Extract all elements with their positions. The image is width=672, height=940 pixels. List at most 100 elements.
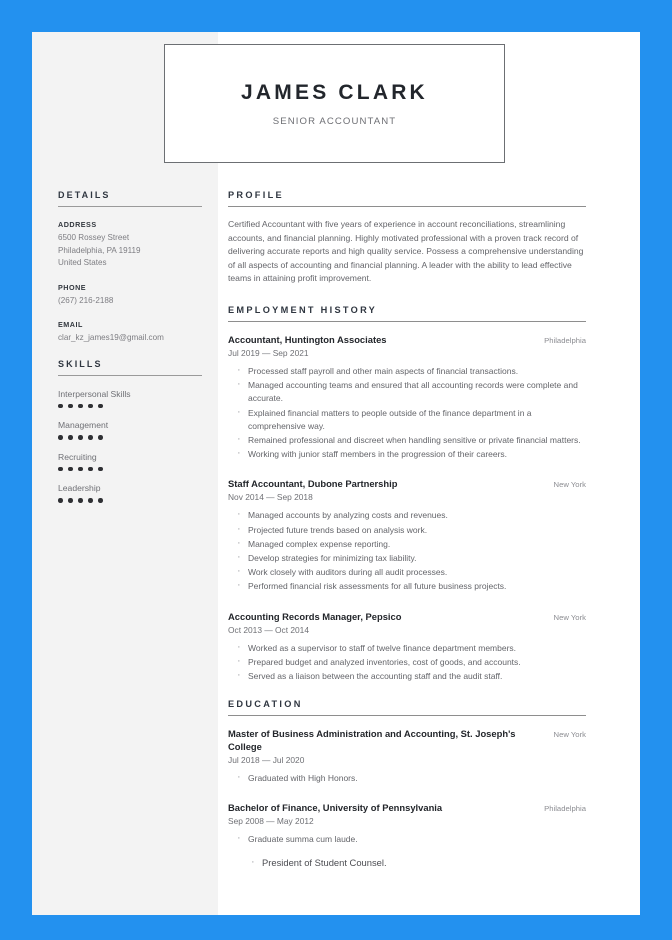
- detail-value: clar_kz_james19@gmail.com: [58, 333, 164, 342]
- employment-bullet: Performed financial risk assessments for…: [237, 579, 586, 593]
- employment-entry-header: Accounting Records Manager, Pepsico New Y…: [228, 610, 586, 623]
- rating-dot: [68, 498, 73, 503]
- education-entry-header: Bachelor of Finance, University of Penns…: [228, 801, 586, 814]
- skill-rating-dots: [58, 435, 202, 440]
- resume-page: DETAILS ADDRESS 6500 Rossey Street Philade…: [32, 32, 640, 915]
- rating-dot: [98, 403, 103, 409]
- employment-entry-location: New York: [553, 480, 586, 490]
- employment-entry-title: Accounting Records Manager, Pepsico: [228, 610, 402, 622]
- details-section: DETAILS ADDRESS 6500 Rossey Street Philade…: [58, 190, 202, 345]
- employment-entry-header: Accountant, Huntington Associates Philade…: [228, 333, 586, 346]
- employment-bullet: Remained professional and discreet when …: [237, 433, 586, 447]
- skills-heading: SKILLS: [58, 358, 103, 369]
- candidate-name: JAMES CLARK: [241, 80, 428, 104]
- employment-bullet: Managed complex expense reporting.: [237, 537, 586, 551]
- education-section: EDUCATION Master of Business Administrat…: [228, 699, 586, 869]
- rating-dot: [88, 435, 93, 440]
- employment-bullet: Working with junior staff members in the…: [237, 447, 586, 461]
- employment-entry-dates: Oct 2013 — Oct 2014: [228, 624, 310, 635]
- education-bullet: President of Student Counsel.: [251, 855, 586, 870]
- skill-item: Management: [58, 420, 202, 440]
- candidate-title: SENIOR ACCOUNTANT: [272, 115, 397, 127]
- skill-name: Interpersonal Skills: [58, 388, 131, 399]
- employment-bullet: Processed staff payroll and other main a…: [237, 364, 586, 378]
- skill-rating-dots: [58, 466, 202, 472]
- rating-dot: [98, 435, 103, 440]
- education-entry-dates: Jul 2018 — Jul 2020: [228, 755, 305, 766]
- skills-section: SKILLS Interpersonal Skills Management Rec…: [58, 359, 202, 503]
- employment-bullet-list: Worked as a supervisor to staff of twelv…: [228, 641, 586, 684]
- employment-bullet: Develop strategies for minimizing tax li…: [237, 551, 586, 565]
- education-divider: [228, 715, 586, 717]
- employment-bullet: Work closely with auditors during all au…: [237, 565, 586, 579]
- education-entry-title: Bachelor of Finance, University of Penns…: [228, 802, 443, 814]
- employment-entry: Accounting Records Manager, Pepsico New Y…: [228, 610, 586, 684]
- rating-dot: [88, 403, 93, 409]
- rating-dot: [88, 466, 93, 472]
- skill-item: Leadership: [58, 483, 202, 503]
- skills-divider: [58, 374, 202, 376]
- employment-bullet: Managed accounts by analyzing costs and …: [237, 508, 586, 522]
- detail-label: EMAIL: [58, 320, 83, 329]
- rating-dot: [68, 403, 73, 409]
- employment-entry-title: Staff Accountant, Dubone Partnership: [228, 478, 398, 490]
- education-bullet-list: Graduated with High Honors.: [228, 771, 586, 785]
- profile-section: PROFILE Certified Accountant with five y…: [228, 190, 586, 286]
- skill-name: Recruiting: [58, 451, 97, 462]
- detail-field: EMAIL clar_kz_james19@gmail.com: [58, 320, 202, 345]
- employment-heading: EMPLOYMENT HISTORY: [228, 304, 378, 315]
- education-bullet: Graduated with High Honors.: [237, 771, 586, 785]
- profile-heading: PROFILE: [228, 190, 284, 200]
- employment-divider: [228, 320, 586, 322]
- employment-entry-location: Philadelphia: [544, 335, 586, 345]
- employment-entry-title: Accountant, Huntington Associates: [228, 333, 387, 345]
- rating-dot: [98, 466, 103, 472]
- employment-entry: Accountant, Huntington Associates Philade…: [228, 333, 586, 461]
- employment-bullet: Explained financial matters to people ou…: [237, 406, 586, 433]
- main-column: JAMES CLARK SENIOR ACCOUNTANT PROFILE Ce…: [164, 32, 640, 915]
- rating-dot: [58, 435, 63, 440]
- education-bullet-list: Graduate summa cum laude. President of St…: [228, 832, 586, 870]
- rating-dot: [68, 466, 73, 472]
- rating-dot: [78, 403, 83, 409]
- rating-dot: [88, 498, 93, 503]
- skill-rating-dots: [58, 498, 202, 503]
- employment-entry-list: Accountant, Huntington Associates Philade…: [228, 333, 586, 683]
- profile-divider: [228, 206, 586, 207]
- education-entry: Master of Business Administration and Ac…: [228, 727, 586, 785]
- skills-list: Interpersonal Skills Management Recruiting…: [58, 389, 202, 503]
- education-entry-dates: Sep 2008 — May 2012: [228, 816, 314, 827]
- name-header-box: JAMES CLARK SENIOR ACCOUNTANT: [164, 44, 505, 163]
- detail-label: ADDRESS: [58, 220, 97, 229]
- employment-bullet: Prepared budget and analyzed inventories…: [237, 655, 586, 669]
- details-divider: [58, 206, 202, 207]
- profile-text: Certified Accountant with five years of …: [228, 219, 584, 284]
- employment-bullet: Worked as a supervisor to staff of twelv…: [237, 641, 586, 655]
- employment-section: EMPLOYMENT HISTORY Accountant, Huntingto…: [228, 305, 586, 683]
- education-entry-location: Philadelphia: [544, 804, 586, 814]
- detail-field: PHONE (267) 216-2188: [58, 283, 202, 308]
- rating-dot: [68, 435, 73, 440]
- rating-dot: [58, 498, 63, 503]
- employment-bullet-list: Managed accounts by analyzing costs and …: [228, 508, 586, 593]
- education-entry-title: Master of Business Administration and Ac…: [228, 728, 516, 753]
- rating-dot: [78, 498, 83, 503]
- details-heading: DETAILS: [58, 190, 111, 200]
- employment-entry-header: Staff Accountant, Dubone Partnership New …: [228, 477, 586, 490]
- education-entry-list: Master of Business Administration and Ac…: [228, 727, 586, 869]
- employment-bullet: Managed accounting teams and ensured tha…: [237, 378, 586, 405]
- employment-entry: Staff Accountant, Dubone Partnership New …: [228, 477, 586, 593]
- employment-entry-location: New York: [553, 612, 586, 622]
- employment-entry-dates: Nov 2014 — Sep 2018: [228, 492, 313, 503]
- education-entry-location: New York: [553, 730, 586, 740]
- rating-dot: [58, 466, 63, 472]
- rating-dot: [98, 498, 103, 503]
- employment-bullet-list: Processed staff payroll and other main a…: [228, 364, 586, 461]
- employment-bullet: Projected future trends based on analysi…: [237, 523, 586, 537]
- detail-value: (267) 216-2188: [58, 295, 114, 305]
- education-entry-header: Master of Business Administration and Ac…: [228, 727, 586, 753]
- employment-bullet: Served as a liaison between the accounti…: [237, 669, 586, 683]
- detail-field: ADDRESS 6500 Rossey Street Philadelphia, P…: [58, 220, 202, 270]
- employment-entry-dates: Jul 2019 — Sep 2021: [228, 347, 309, 358]
- skill-rating-dots: [58, 403, 202, 409]
